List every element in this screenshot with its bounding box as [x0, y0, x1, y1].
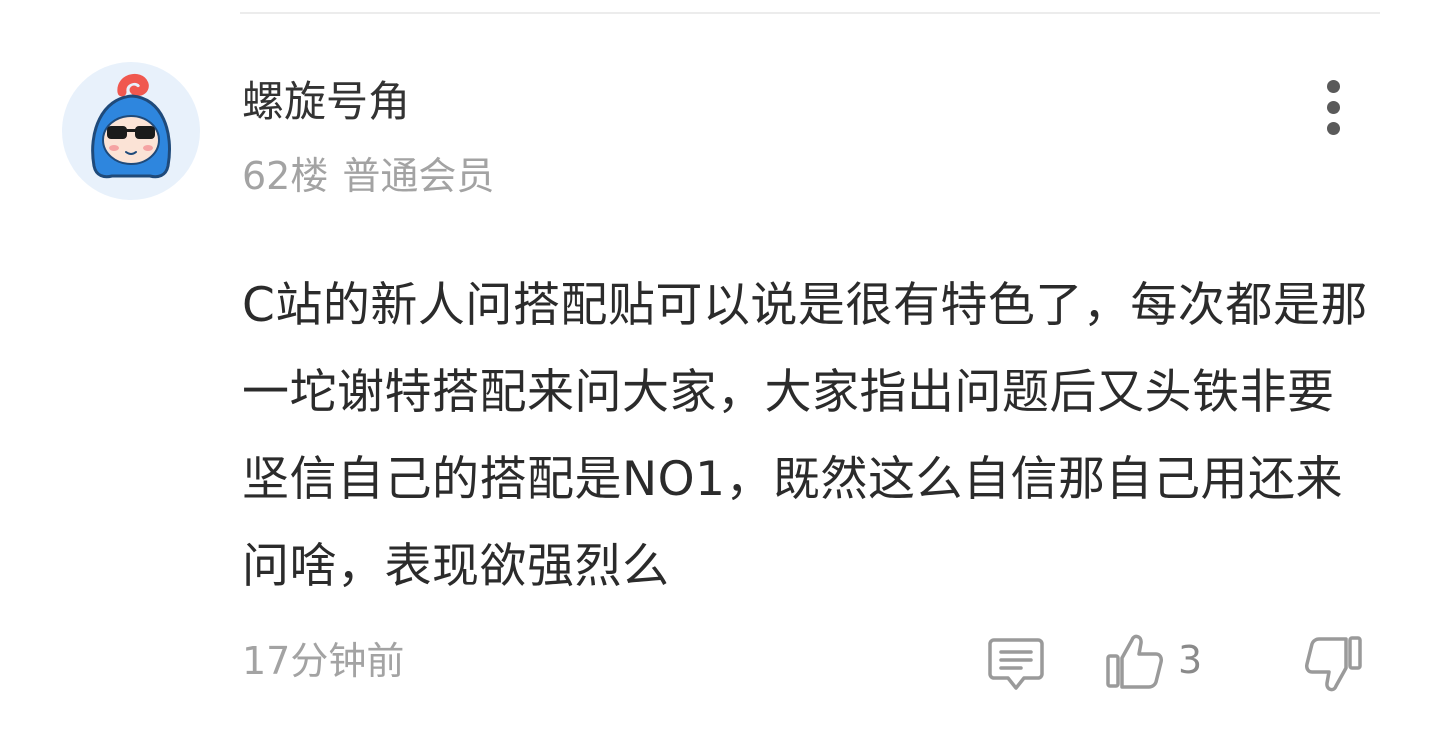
comment-icon	[988, 638, 1044, 690]
thumbs-down-icon	[1305, 636, 1362, 692]
like-count: 3	[1178, 638, 1203, 682]
member-level: 普通会员	[342, 154, 495, 198]
thumbs-up-icon	[1106, 634, 1163, 689]
dislike-button[interactable]	[1302, 634, 1364, 696]
username[interactable]: 螺旋号角	[242, 76, 410, 128]
reply-button[interactable]	[986, 634, 1048, 694]
comment-body: C站的新人问搭配贴可以说是很有特色了，每次都是那一坨谢特搭配来问大家，大家指出问…	[242, 278, 1368, 594]
floor-number: 62楼	[242, 154, 329, 198]
more-options-button[interactable]	[1312, 78, 1356, 138]
avatar-image	[91, 73, 171, 179]
avatar[interactable]	[62, 62, 200, 200]
top-divider	[240, 12, 1380, 14]
like-button[interactable]: 3	[1104, 630, 1214, 692]
comment-timestamp: 17分钟前	[242, 639, 405, 683]
comment-meta: 62楼 普通会员	[242, 152, 494, 200]
